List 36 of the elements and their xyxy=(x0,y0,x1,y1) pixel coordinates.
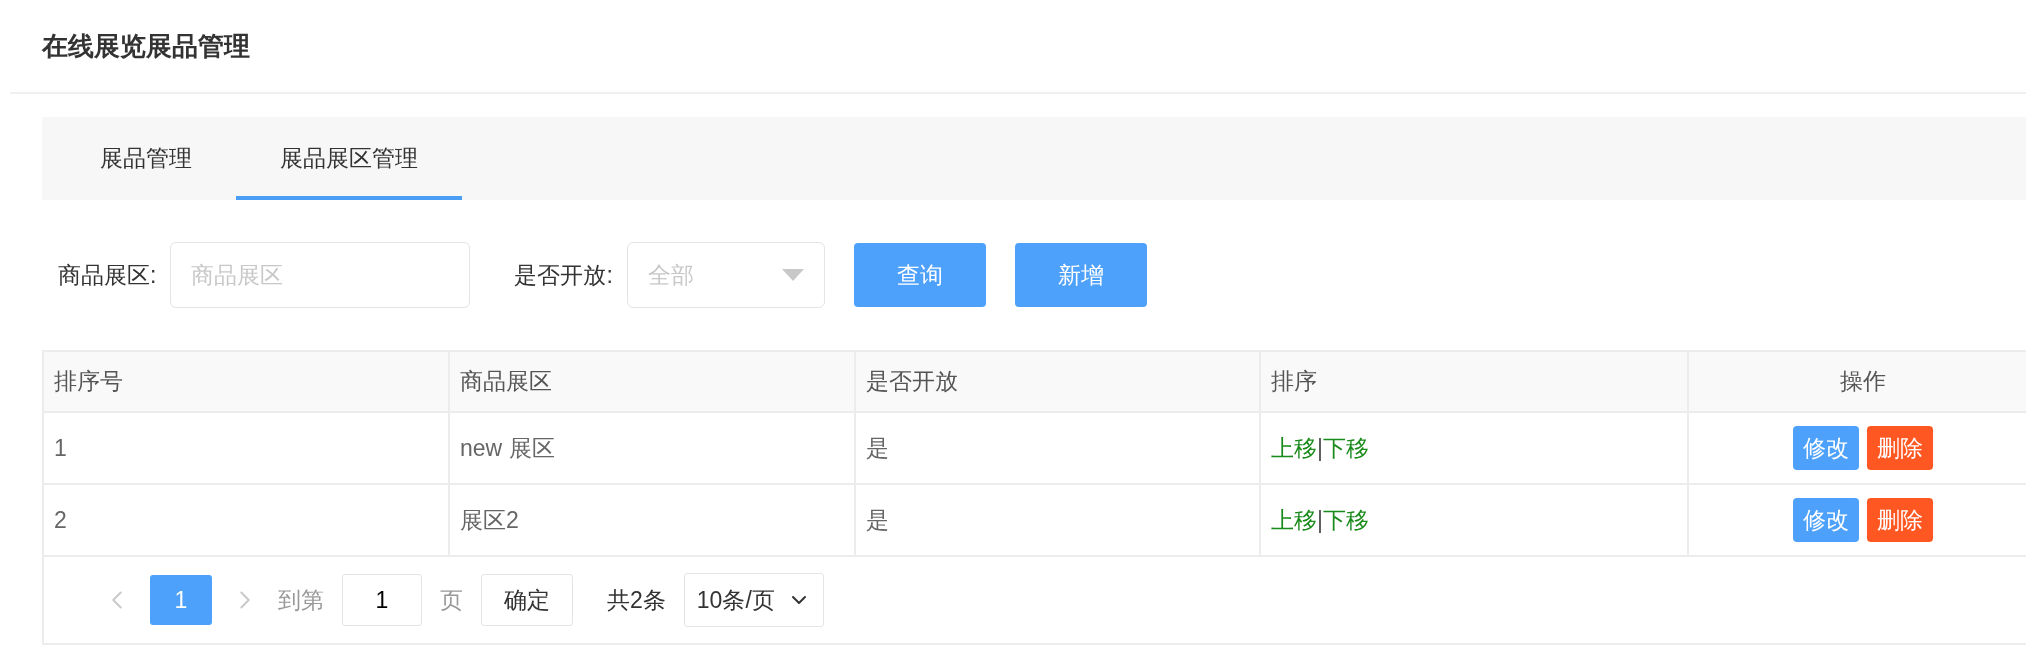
move-down-link[interactable]: 下移 xyxy=(1323,504,1369,536)
edit-button[interactable]: 修改 xyxy=(1792,498,1859,542)
table-cell: 2 xyxy=(44,485,450,557)
table-cell: 展区2 xyxy=(450,485,856,557)
page-size-select[interactable]: 10条/页 xyxy=(683,573,824,627)
separator: | xyxy=(1317,506,1323,534)
column-header: 排序 xyxy=(1261,352,1689,413)
field-label: 商品展区: xyxy=(58,260,157,290)
add-button[interactable]: 新增 xyxy=(1014,243,1147,307)
delete-button[interactable]: 删除 xyxy=(1866,426,1933,470)
page-number[interactable]: 1 xyxy=(150,575,212,625)
table-cell: new 展区 xyxy=(450,413,856,485)
total-count: 共2条 xyxy=(607,585,666,615)
edit-button[interactable]: 修改 xyxy=(1792,426,1859,470)
tab[interactable]: 展品展区管理 xyxy=(236,117,462,200)
table-cell: 是 xyxy=(856,413,1261,485)
column-header: 排序号 xyxy=(44,352,450,413)
column-header: 操作 xyxy=(1689,352,2026,413)
page-input-field[interactable]: 1 xyxy=(342,574,422,626)
page-title: 在线展览展品管理 xyxy=(42,29,250,63)
move-up-link[interactable]: 上移 xyxy=(1271,432,1317,464)
table-cell: 是 xyxy=(856,485,1261,557)
page-unit-label: 页 xyxy=(440,585,463,615)
dropdown-icon xyxy=(781,269,804,281)
column-header: 商品展区 xyxy=(450,352,856,413)
tab[interactable]: 展品管理 xyxy=(56,117,236,200)
search-button[interactable]: 查询 xyxy=(853,243,986,307)
goto-label: 到第 xyxy=(278,585,324,615)
table-cell: 1 xyxy=(44,413,450,485)
move-up-link[interactable]: 上移 xyxy=(1271,504,1317,536)
field-label: 是否开放: xyxy=(514,260,613,290)
separator: | xyxy=(1317,434,1323,462)
move-down-link[interactable]: 下移 xyxy=(1323,432,1369,464)
confirm-button[interactable]: 确定 xyxy=(481,574,573,626)
delete-button[interactable]: 删除 xyxy=(1866,498,1933,542)
column-header: 是否开放 xyxy=(856,352,1261,413)
